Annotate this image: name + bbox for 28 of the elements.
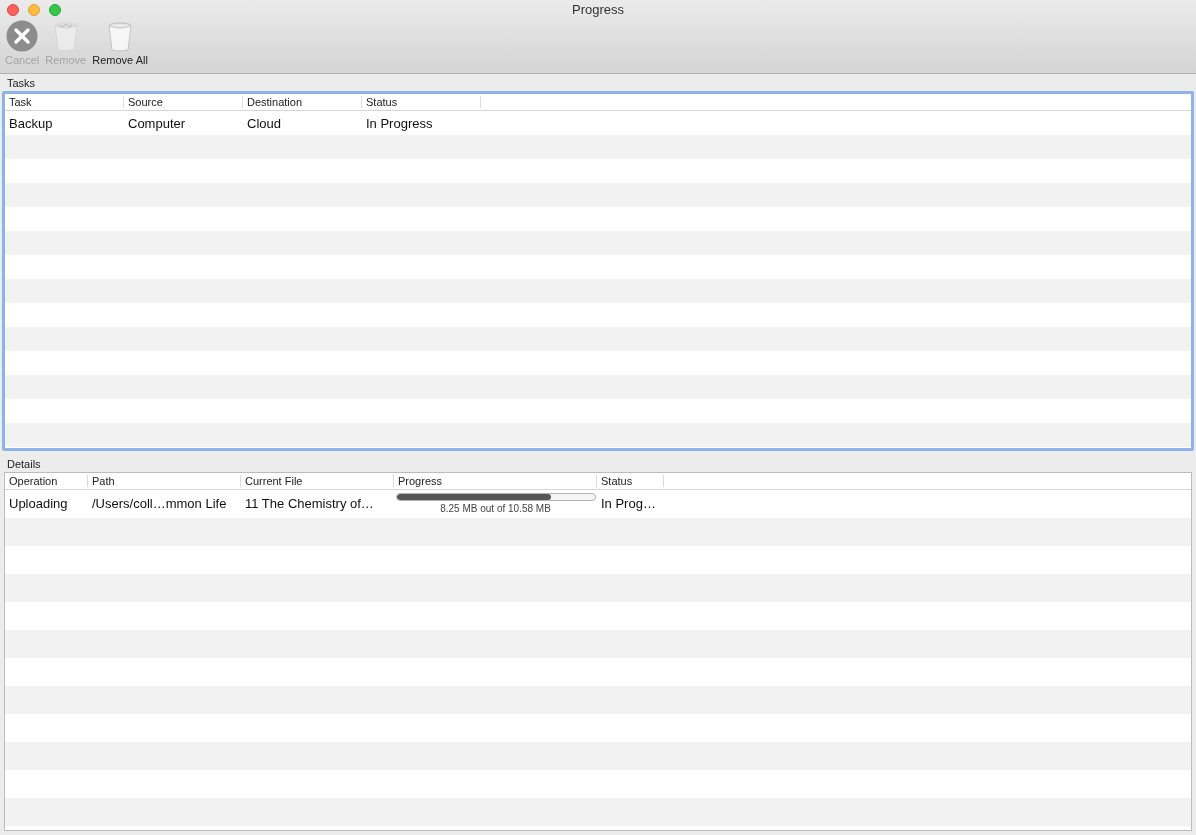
table-cell-text: In Prog… <box>600 496 657 511</box>
cancel-icon <box>6 20 39 52</box>
toolbar-button[interactable]: Remove All <box>92 22 148 66</box>
column-header[interactable]: Operation <box>5 474 88 487</box>
table-cell-text: Computer <box>127 115 187 131</box>
table-cell-text: /Users/coll…mmon Life <box>91 496 228 511</box>
column-header[interactable]: Path <box>88 474 241 487</box>
column-header[interactable]: Progress <box>394 474 597 487</box>
table-cell-text: Uploading <box>8 496 69 511</box>
column-header[interactable]: Status <box>597 474 664 487</box>
zoom-button[interactable] <box>49 4 61 16</box>
minimize-button[interactable] <box>28 4 40 16</box>
window-title: Progress <box>572 1 624 18</box>
column-header[interactable]: Status <box>362 96 481 108</box>
trash-icon <box>107 22 134 52</box>
column-header[interactable]: Current File <box>241 474 394 487</box>
table-cell-text: Cloud <box>246 115 282 131</box>
section-label: Details <box>6 456 42 472</box>
close-button[interactable] <box>7 4 19 16</box>
column-header[interactable]: Source <box>124 96 243 108</box>
column-header[interactable]: Task <box>5 96 124 108</box>
table-cell-text: 11 The Chemistry of… <box>244 496 375 511</box>
table-cell-text: Backup <box>8 115 54 131</box>
table-cell-text: In Progress <box>365 115 434 131</box>
column-header[interactable]: Destination <box>243 96 362 108</box>
trash-icon <box>52 22 79 52</box>
section-label: Tasks <box>6 76 37 91</box>
progress-reading: 8.25 MB out of 10.58 MB <box>440 503 551 514</box>
